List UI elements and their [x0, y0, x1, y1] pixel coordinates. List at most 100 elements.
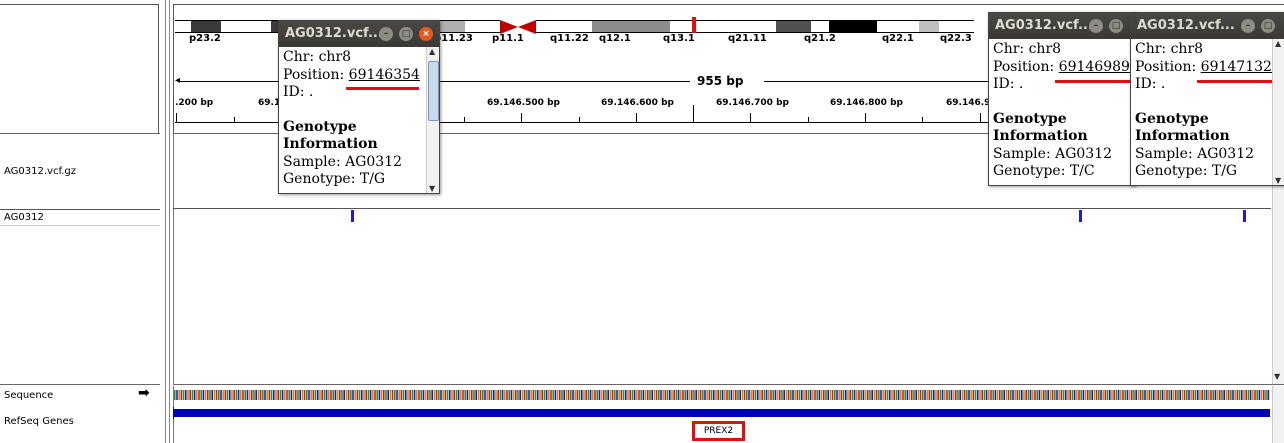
ideogram-band[interactable] — [440, 20, 465, 33]
maximize-icon[interactable]: □ — [1261, 19, 1275, 33]
variant-marker[interactable] — [1079, 210, 1082, 222]
sequence-base — [627, 390, 629, 400]
maximize-icon[interactable]: □ — [399, 27, 413, 41]
current-region-marker[interactable] — [692, 17, 696, 33]
ideogram-band[interactable] — [728, 20, 776, 33]
popup-content: Chr: chr8 Position: 69146354 ID: . Genot… — [279, 47, 439, 194]
ideogram-band[interactable] — [564, 20, 592, 33]
sequence-base — [1126, 390, 1129, 400]
ideogram-band[interactable] — [536, 20, 564, 33]
sequence-track-label[interactable]: Sequence — [4, 390, 53, 401]
ideogram-band[interactable] — [640, 20, 670, 33]
ideogram-band[interactable] — [592, 20, 640, 33]
sequence-base — [796, 390, 799, 400]
popup-titlebar[interactable]: AG0312.vcf... – □ × — [279, 21, 439, 47]
scroll-up-arrow-icon[interactable]: ▲ — [429, 47, 435, 56]
scroll-down-arrow-icon[interactable]: ▼ — [1275, 176, 1281, 185]
sequence-base — [823, 390, 825, 400]
sequence-base — [1007, 390, 1010, 400]
sequence-base — [471, 390, 473, 400]
popup-titlebar[interactable]: AG0312.vcf... – □ — [1131, 13, 1284, 39]
popup-scrollbar[interactable]: ▲ ▼ — [1272, 39, 1284, 185]
sequence-base — [961, 390, 964, 400]
ideogram-band[interactable] — [670, 20, 706, 33]
sequence-base — [994, 390, 997, 400]
strand-arrow-icon[interactable]: ➡ — [138, 385, 150, 401]
sequence-base — [792, 390, 794, 400]
sequence-base — [1197, 390, 1199, 400]
sequence-base — [248, 390, 251, 400]
ideogram-band[interactable] — [877, 20, 919, 33]
sequence-base — [950, 390, 953, 400]
sequence-base — [189, 390, 191, 400]
sequence-base — [968, 390, 970, 400]
ideogram-band[interactable] — [919, 20, 939, 33]
sequence-base — [1227, 390, 1230, 400]
sequence-base — [741, 390, 744, 400]
ideogram-band[interactable] — [811, 20, 829, 33]
sequence-base — [939, 390, 942, 400]
variant-popup[interactable]: AG0312.vcf... – □ Chr: chr8 Position: 69… — [1130, 12, 1284, 186]
minimize-icon[interactable]: – — [1241, 19, 1255, 33]
sequence-base — [409, 390, 411, 400]
position-row: Position: 69146354 — [283, 67, 435, 85]
scroll-down-arrow-icon[interactable]: ▼ — [1274, 372, 1280, 381]
sequence-base — [435, 390, 438, 400]
sequence-base — [704, 390, 706, 400]
popup-title: AG0312.vcf... — [995, 18, 1093, 33]
panel-divider[interactable] — [165, 0, 166, 443]
vcf-track-label[interactable]: AG0312.vcf.gz — [4, 166, 76, 177]
sequence-base — [1106, 390, 1109, 400]
sequence-base — [1131, 390, 1133, 400]
ideogram-band[interactable] — [465, 20, 500, 33]
variant-marker[interactable] — [351, 210, 354, 222]
sequence-base — [974, 390, 977, 400]
position-link[interactable]: 69147132 — [1201, 59, 1272, 75]
sequence-base — [1058, 390, 1060, 400]
scroll-thumb[interactable] — [428, 61, 439, 121]
sequence-base — [1192, 390, 1195, 400]
ideogram-band[interactable] — [175, 20, 191, 33]
gene-feature[interactable] — [174, 409, 1270, 417]
ideogram-band[interactable] — [191, 20, 221, 33]
sequence-base — [402, 390, 405, 400]
variant-marker[interactable] — [1243, 210, 1246, 222]
sequence-base — [926, 390, 928, 400]
gene-name-label[interactable]: PREX2 — [692, 421, 745, 441]
divider — [0, 225, 160, 226]
position-link[interactable]: 69146989 — [1059, 59, 1130, 75]
sequence-base — [358, 390, 361, 400]
feature-panel-scrollbar[interactable] — [1272, 386, 1284, 443]
sequence-base — [992, 390, 994, 400]
minimize-icon[interactable]: – — [379, 27, 393, 41]
sequence-base — [224, 390, 227, 400]
sequence-base — [545, 390, 548, 400]
scroll-up-arrow-icon[interactable]: ▲ — [1275, 39, 1281, 48]
variant-popup[interactable]: AG0312.vcf... – □ × Chr: chr8 Position: … — [278, 20, 440, 194]
sequence-base — [1049, 390, 1052, 400]
sequence-base — [1091, 390, 1093, 400]
close-icon[interactable]: × — [419, 27, 433, 41]
sample-track-label[interactable]: AG0312 — [4, 212, 44, 223]
scroll-down-arrow-icon[interactable]: ▼ — [429, 184, 435, 193]
sequence-base — [691, 390, 693, 400]
sequence-base — [220, 390, 222, 400]
popup-titlebar[interactable]: AG0312.vcf... – □ — [989, 13, 1135, 39]
maximize-icon[interactable]: □ — [1109, 19, 1123, 33]
minimize-icon[interactable]: – — [1089, 19, 1103, 33]
sequence-base — [292, 390, 295, 400]
ideogram-band[interactable] — [221, 20, 271, 33]
ideogram-band[interactable] — [776, 20, 811, 33]
ideogram-band[interactable] — [939, 20, 974, 33]
sequence-base — [871, 390, 873, 400]
sequence-base — [680, 390, 682, 400]
sequence-base — [1128, 390, 1131, 400]
refseq-track-label[interactable]: RefSeq Genes — [4, 416, 74, 427]
position-link[interactable]: 69146354 — [349, 67, 420, 83]
popup-scrollbar[interactable]: ▲ ▼ — [426, 47, 439, 193]
sequence-base — [638, 390, 640, 400]
sequence-base — [851, 390, 854, 400]
ideogram-band[interactable] — [829, 20, 877, 33]
ideogram-band[interactable] — [706, 20, 728, 33]
variant-popup[interactable]: AG0312.vcf... – □ Chr: chr8 Position: 69… — [988, 12, 1136, 186]
